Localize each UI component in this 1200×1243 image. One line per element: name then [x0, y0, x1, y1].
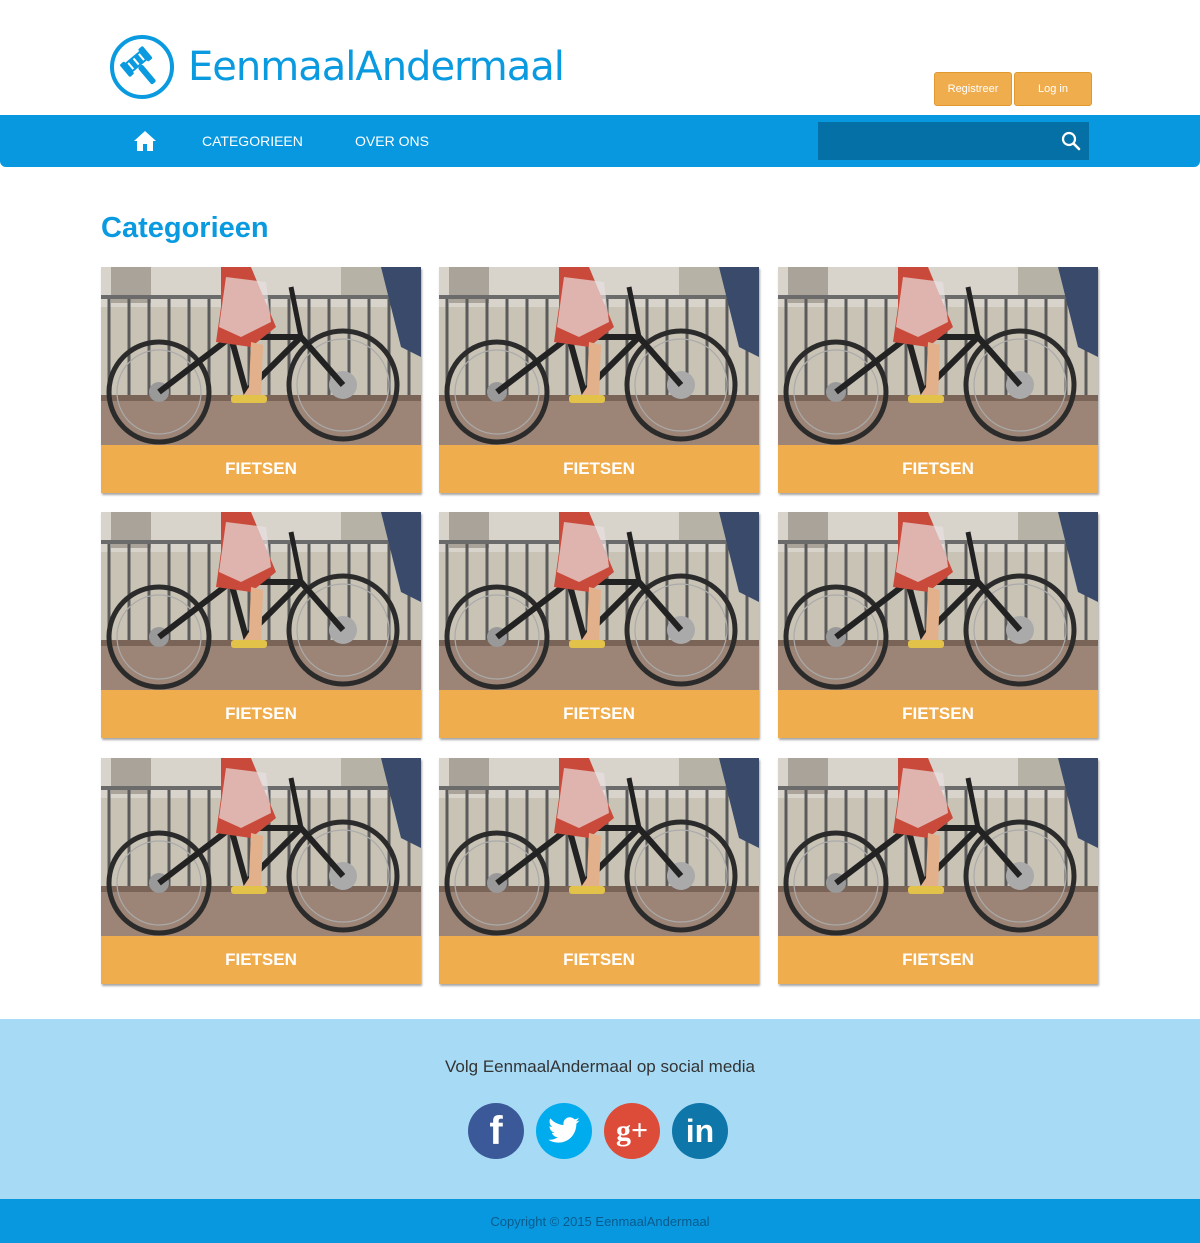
category-photo — [101, 267, 421, 445]
search-input[interactable] — [818, 122, 1058, 160]
main-navbar: CATEGORIEEN OVER ONS — [0, 115, 1200, 167]
category-photo — [101, 758, 421, 936]
category-card[interactable]: FIETSEN — [101, 758, 421, 984]
category-label: FIETSEN — [101, 445, 421, 493]
category-photo — [778, 512, 1098, 690]
category-label: FIETSEN — [778, 936, 1098, 984]
copyright-bar: Copyright © 2015 EenmaalAndermaal — [0, 1199, 1200, 1243]
category-label: FIETSEN — [101, 690, 421, 738]
social-links: f g+ in — [468, 1103, 728, 1159]
linkedin-glyph: in — [685, 1112, 715, 1149]
category-label: FIETSEN — [439, 445, 759, 493]
category-card[interactable]: FIETSEN — [101, 267, 421, 493]
category-label: FIETSEN — [778, 690, 1098, 738]
search-box — [818, 122, 1089, 160]
logo[interactable]: EenmaalAndermaal — [110, 35, 565, 99]
follow-text: Volg EenmaalAndermaal op social media — [445, 1057, 755, 1076]
nav-link-over-ons[interactable]: OVER ONS — [355, 133, 429, 149]
gavel-icon — [110, 35, 174, 99]
category-label: FIETSEN — [778, 445, 1098, 493]
nav-link-categorieen[interactable]: CATEGORIEEN — [202, 133, 303, 149]
category-photo — [101, 512, 421, 690]
login-button[interactable]: Log in — [1014, 72, 1092, 106]
category-card[interactable]: FIETSEN — [778, 267, 1098, 493]
category-card[interactable]: FIETSEN — [101, 512, 421, 738]
category-photo — [778, 267, 1098, 445]
category-label: FIETSEN — [439, 936, 759, 984]
category-label: FIETSEN — [101, 936, 421, 984]
linkedin-icon[interactable]: in — [672, 1103, 728, 1159]
google-plus-icon[interactable]: g+ — [604, 1103, 660, 1159]
category-card[interactable]: FIETSEN — [439, 758, 759, 984]
copyright-text: Copyright © 2015 EenmaalAndermaal — [490, 1213, 710, 1229]
category-card[interactable]: FIETSEN — [439, 512, 759, 738]
facebook-icon[interactable]: f — [468, 1103, 524, 1159]
site-header: EenmaalAndermaal Registreer Log in — [0, 0, 1200, 115]
category-card[interactable]: FIETSEN — [778, 758, 1098, 984]
category-photo — [778, 758, 1098, 936]
page-title: Categorieen — [101, 212, 269, 244]
facebook-glyph: f — [489, 1108, 503, 1153]
category-photo — [439, 267, 759, 445]
category-label: FIETSEN — [439, 690, 759, 738]
search-icon[interactable] — [1061, 131, 1081, 151]
twitter-icon[interactable] — [536, 1103, 592, 1159]
google-plus-glyph: g+ — [615, 1114, 649, 1147]
category-photo — [439, 512, 759, 690]
register-button[interactable]: Registreer — [934, 72, 1012, 106]
auth-buttons: Registreer Log in — [934, 72, 1092, 106]
footer: Volg EenmaalAndermaal op social media f … — [0, 1019, 1200, 1199]
category-photo — [439, 758, 759, 936]
logo-text: EenmaalAndermaal — [188, 44, 565, 90]
home-icon[interactable] — [133, 129, 157, 153]
category-card[interactable]: FIETSEN — [778, 512, 1098, 738]
category-card[interactable]: FIETSEN — [439, 267, 759, 493]
